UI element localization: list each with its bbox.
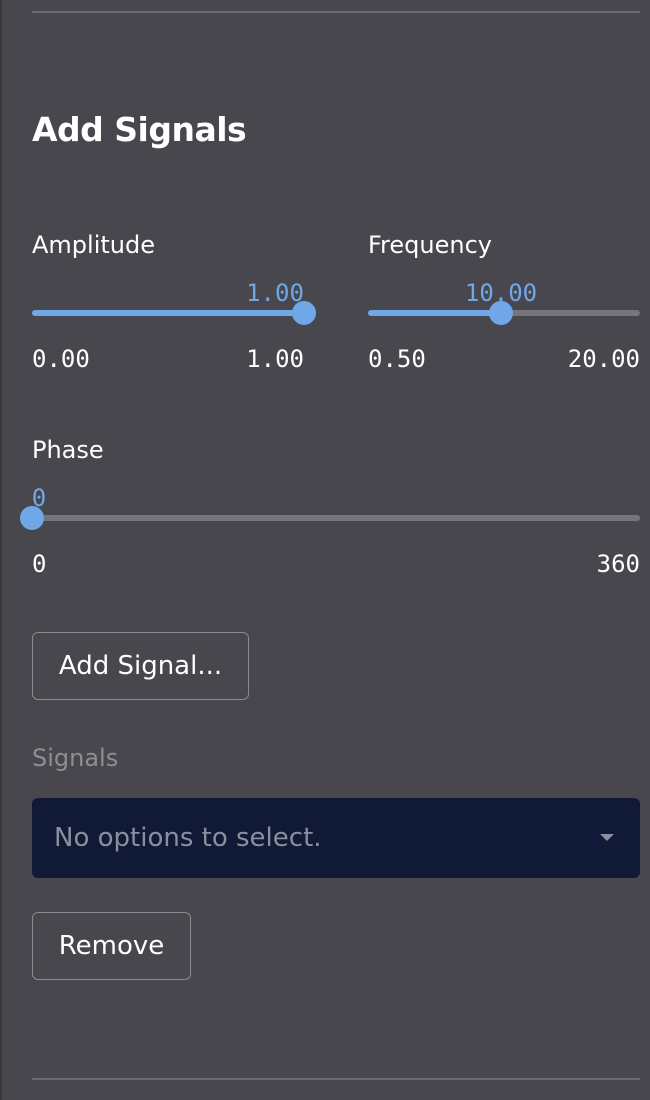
amplitude-fill xyxy=(32,310,304,316)
phase-slider[interactable]: Phase 0 0 360 xyxy=(20,436,640,586)
amplitude-slider[interactable]: Amplitude 1.00 0.00 1.00 xyxy=(32,231,316,381)
section-title: Add Signals xyxy=(32,110,247,149)
amplitude-label: Amplitude xyxy=(32,231,155,259)
phase-track[interactable] xyxy=(20,506,640,530)
frequency-slider[interactable]: Frequency 10.00 0.50 20.00 xyxy=(368,231,640,381)
frequency-thumb[interactable] xyxy=(489,301,513,325)
phase-max: 360 xyxy=(596,550,640,578)
frequency-fill xyxy=(368,310,501,316)
amplitude-thumb[interactable] xyxy=(292,301,316,325)
phase-label: Phase xyxy=(32,436,104,464)
top-divider xyxy=(32,11,640,13)
frequency-label: Frequency xyxy=(368,231,492,259)
phase-min: 0 xyxy=(32,550,47,578)
bottom-divider xyxy=(32,1078,640,1080)
amplitude-value: 1.00 xyxy=(246,279,304,307)
amplitude-min: 0.00 xyxy=(32,345,90,373)
frequency-min: 0.50 xyxy=(368,345,426,373)
remove-button[interactable]: Remove xyxy=(32,912,191,980)
amplitude-max: 1.00 xyxy=(246,345,304,373)
add-signal-button[interactable]: Add Signal... xyxy=(32,632,249,700)
frequency-track[interactable] xyxy=(368,301,640,325)
signals-label: Signals xyxy=(32,744,119,772)
frequency-max: 20.00 xyxy=(567,345,640,373)
signals-select[interactable]: No options to select. xyxy=(32,798,640,878)
sidebar-edge xyxy=(0,0,2,1100)
chevron-down-icon[interactable] xyxy=(600,834,614,841)
phase-thumb[interactable] xyxy=(20,506,44,530)
signals-placeholder: No options to select. xyxy=(54,823,322,853)
amplitude-track[interactable] xyxy=(32,301,316,325)
